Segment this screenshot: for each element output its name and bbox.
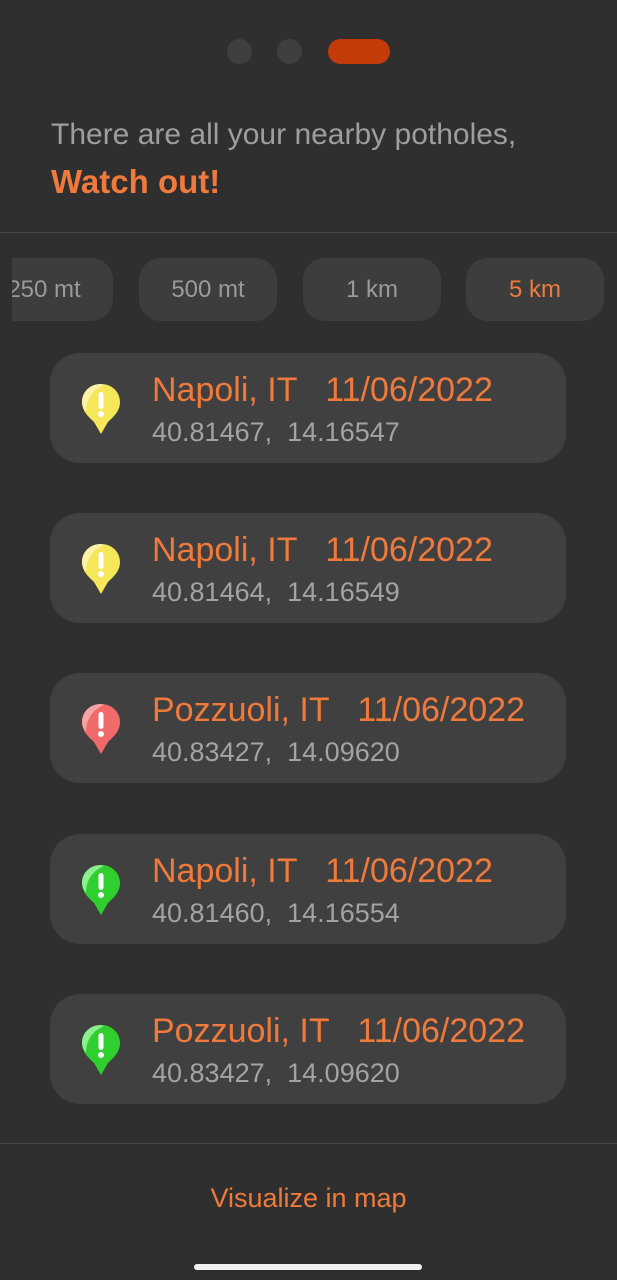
pothole-coordinates: 40.83427, 14.09620 [152,1058,400,1089]
pothole-coordinates: 40.83427, 14.09620 [152,737,400,768]
home-indicator[interactable] [194,1264,422,1270]
pothole-card[interactable]: Pozzuoli, IT 11/06/2022 40.83427, 14.096… [50,994,566,1104]
page-dot-1[interactable] [227,39,252,64]
visualize-in-map-button[interactable]: Visualize in map [0,1183,617,1214]
pothole-coordinates: 40.81460, 14.16554 [152,898,400,929]
pothole-latitude: 40.83427, [152,1058,273,1088]
pothole-longitude: 14.09620 [287,737,400,767]
nearby-potholes-screen: There are all your nearby potholes, Watc… [0,0,617,1280]
warning-pin-green-icon [82,865,120,915]
pothole-coordinates: 40.81464, 14.16549 [152,577,400,608]
page-indicator [0,38,617,64]
pothole-card[interactable]: Napoli, IT 11/06/2022 40.81460, 14.16554 [50,834,566,944]
warning-pin-green-icon [82,1025,120,1075]
warning-pin-yellow-icon [82,544,120,594]
pothole-latitude: 40.81464, [152,577,273,607]
pothole-date: 11/06/2022 [325,371,493,409]
pothole-latitude: 40.81467, [152,417,273,447]
pothole-longitude: 14.09620 [287,1058,400,1088]
pothole-title: Napoli, IT 11/06/2022 [152,531,493,570]
pothole-latitude: 40.81460, [152,898,273,928]
filter-chip-250m[interactable]: 250 mt [0,258,113,321]
distance-filter-bar[interactable]: 250 mt 500 mt 1 km 5 km [0,258,617,321]
pothole-longitude: 14.16549 [287,577,400,607]
pothole-date: 11/06/2022 [325,852,493,890]
pothole-title: Pozzuoli, IT 11/06/2022 [152,1012,525,1051]
pothole-place: Napoli, IT [152,852,297,890]
pothole-longitude: 14.16554 [287,898,400,928]
filter-chip-5km[interactable]: 5 km [466,258,604,321]
pothole-date: 11/06/2022 [357,1012,526,1050]
pothole-place: Napoli, IT [152,531,297,569]
page-dot-3-active[interactable] [328,39,390,64]
header-divider [0,232,617,233]
pothole-longitude: 14.16547 [287,417,400,447]
filter-chip-500m[interactable]: 500 mt [139,258,277,321]
pothole-place: Napoli, IT [152,371,297,409]
pothole-place: Pozzuoli, IT [152,1012,330,1050]
warning-text: Watch out! [51,163,221,200]
warning-pin-red-icon [82,704,120,754]
pothole-title: Napoli, IT 11/06/2022 [152,371,493,410]
page-dot-2[interactable] [277,39,302,64]
intro-text: There are all your nearby potholes, [51,118,517,151]
pothole-title: Napoli, IT 11/06/2022 [152,852,493,891]
warning-pin-yellow-icon [82,384,120,434]
pothole-card[interactable]: Napoli, IT 11/06/2022 40.81467, 14.16547 [50,353,566,463]
pothole-card[interactable]: Pozzuoli, IT 11/06/2022 40.83427, 14.096… [50,673,566,783]
pothole-card[interactable]: Napoli, IT 11/06/2022 40.81464, 14.16549 [50,513,566,623]
scroll-edge [0,258,12,321]
filter-chip-1km[interactable]: 1 km [303,258,441,321]
pothole-date: 11/06/2022 [357,691,526,729]
pothole-coordinates: 40.81467, 14.16547 [152,417,400,448]
pothole-latitude: 40.83427, [152,737,273,767]
pothole-title: Pozzuoli, IT 11/06/2022 [152,691,525,730]
footer-divider [0,1143,617,1144]
pothole-date: 11/06/2022 [325,531,493,569]
pothole-place: Pozzuoli, IT [152,691,330,729]
